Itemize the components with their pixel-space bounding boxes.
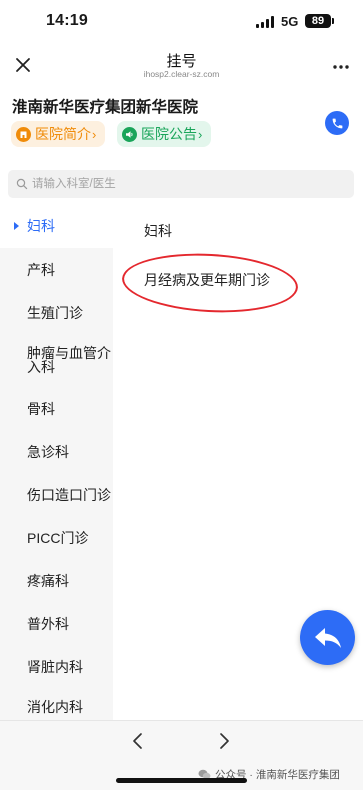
- sidebar-item-label: 消化内科: [27, 699, 83, 715]
- active-marker-icon: [14, 222, 19, 230]
- battery-tip: [332, 18, 334, 24]
- more-icon[interactable]: [330, 52, 352, 74]
- hospital-name: 淮南新华医疗集团新华医院: [12, 99, 199, 116]
- hospital-notice-button[interactable]: 医院公告 ›: [117, 121, 211, 147]
- sidebar-item-label: 疼痛科: [27, 573, 69, 589]
- clinic-item-menstrual-menopause[interactable]: 月经病及更年期门诊: [144, 270, 270, 290]
- signal-icon: [256, 16, 274, 28]
- sidebar-item-gastroenterology[interactable]: 消化内科: [0, 688, 113, 720]
- sidebar-item-emergency[interactable]: 急诊科: [0, 430, 113, 473]
- sidebar-item-oncology-vascular[interactable]: 肿瘤与血管介入科: [0, 334, 113, 387]
- sidebar-item-label: 骨科: [27, 401, 55, 417]
- sidebar-item-gynecology[interactable]: 妇科: [0, 205, 113, 248]
- sidebar-item-label: 产科: [27, 262, 55, 278]
- nav-bar: 挂号 ihosp2.clear-sz.com: [0, 44, 363, 86]
- sidebar-item-wound-stoma[interactable]: 伤口造口门诊: [0, 473, 113, 516]
- speaker-icon: [122, 126, 137, 142]
- sidebar-item-pain[interactable]: 疼痛科: [0, 559, 113, 602]
- sidebar-item-nephrology[interactable]: 肾脏内科: [0, 645, 113, 688]
- phone-icon: [332, 118, 342, 128]
- sidebar-item-label: 生殖门诊: [27, 305, 83, 321]
- sidebar-item-label: PICC门诊: [27, 530, 89, 546]
- chevron-right-icon: ›: [198, 126, 203, 142]
- sidebar-item-label: 普外科: [27, 616, 69, 632]
- hospital-intro-button[interactable]: 医院简介 ›: [11, 121, 105, 147]
- sidebar-item-label: 肿瘤与血管介入科: [27, 345, 111, 375]
- sidebar-item-label: 急诊科: [27, 444, 69, 460]
- sidebar-item-picc[interactable]: PICC门诊: [0, 516, 113, 559]
- sidebar-item-label: 妇科: [27, 218, 55, 234]
- department-sidebar: 妇科 产科 生殖门诊 肿瘤与血管介入科 骨科 急诊科 伤口造口门诊 PICC门诊…: [0, 205, 113, 720]
- home-indicator: [116, 778, 247, 783]
- chevron-left-icon[interactable]: [128, 731, 148, 751]
- status-time: 14:19: [46, 12, 88, 29]
- search-icon: [16, 178, 28, 190]
- network-type: 5G: [281, 14, 299, 29]
- phone-button[interactable]: [325, 111, 349, 135]
- sidebar-item-obstetrics[interactable]: 产科: [0, 248, 113, 291]
- reply-arrow-icon: [314, 627, 341, 648]
- battery-icon: 89: [305, 14, 331, 28]
- chevron-right-icon[interactable]: [214, 731, 234, 751]
- bottom-toolbar: 公众号 · 淮南新华医疗集团: [0, 720, 363, 790]
- page-url: ihosp2.clear-sz.com: [143, 69, 220, 79]
- back-fab-button[interactable]: [300, 610, 355, 665]
- clinic-category-heading: 妇科: [144, 223, 172, 239]
- building-icon: [16, 126, 31, 142]
- page-title: 挂号: [166, 53, 197, 70]
- sidebar-item-general-surgery[interactable]: 普外科: [0, 602, 113, 645]
- hospital-intro-label: 医院简介: [35, 126, 91, 142]
- sidebar-item-reproductive[interactable]: 生殖门诊: [0, 291, 113, 334]
- chevron-right-icon: ›: [92, 126, 97, 142]
- sidebar-item-label: 肾脏内科: [27, 659, 83, 675]
- search-input[interactable]: [32, 170, 342, 198]
- search-box: [8, 170, 354, 198]
- status-bar: 14:19 5G 89: [0, 0, 363, 44]
- hospital-notice-label: 医院公告: [141, 126, 197, 142]
- sidebar-item-label: 伤口造口门诊: [27, 487, 111, 503]
- sidebar-item-orthopedics[interactable]: 骨科: [0, 387, 113, 430]
